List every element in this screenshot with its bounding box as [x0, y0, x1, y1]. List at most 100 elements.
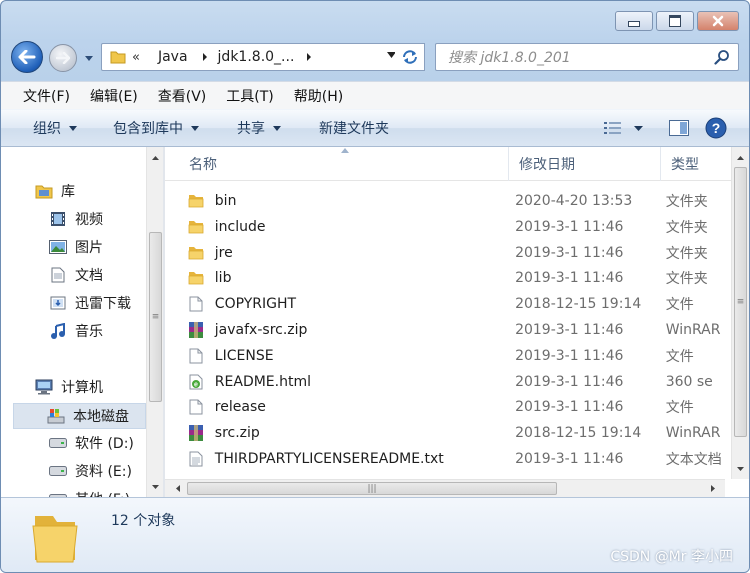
column-header-modified[interactable]: 修改日期 — [508, 147, 661, 181]
nav-item-drive-e[interactable]: 资料 (E:) — [49, 461, 132, 481]
nav-item-computer[interactable]: 计算机 — [35, 377, 103, 397]
item-count: 12 个对象 — [111, 513, 176, 529]
back-button[interactable] — [11, 41, 43, 73]
breadcrumb-java[interactable]: Java — [158, 49, 188, 65]
file-row[interactable]: include 2019-3-1 11:46 文件夹 — [185, 215, 745, 239]
chevron-right-icon[interactable] — [202, 53, 208, 61]
address-overflow[interactable]: « — [132, 50, 140, 65]
nav-item-videos[interactable]: 视频 — [49, 209, 103, 229]
folder-icon — [185, 271, 207, 285]
file-row[interactable]: jre 2019-3-1 11:46 文件夹 — [185, 241, 745, 265]
nav-label: 软件 (D:) — [75, 436, 134, 452]
file-name: release — [214, 399, 266, 416]
nav-label: 其他 (F:) — [75, 489, 130, 497]
scroll-thumb[interactable]: ||| — [187, 482, 557, 495]
file-row[interactable]: src.zip 2018-12-15 19:14 WinRAR — [185, 421, 745, 445]
menu-help[interactable]: 帮助(H) — [294, 86, 343, 106]
menu-tools[interactable]: 工具(T) — [226, 86, 273, 106]
include-in-library-button[interactable]: 包含到库中 — [113, 118, 199, 138]
close-button[interactable] — [697, 11, 739, 31]
chevron-down-icon — [69, 125, 77, 131]
minimize-button[interactable] — [615, 11, 653, 31]
document-icon — [49, 267, 67, 283]
organize-button[interactable]: 组织 — [33, 118, 77, 138]
watermark: CSDN @Mr 李小四 — [610, 549, 733, 565]
menu-bar: 文件(F) 编辑(E) 查看(V) 工具(T) 帮助(H) — [1, 81, 749, 109]
archive-icon — [185, 321, 207, 339]
file-name: LICENSE — [214, 347, 274, 364]
nav-label: 文档 — [75, 268, 103, 284]
forward-button[interactable] — [49, 44, 77, 72]
file-icon — [185, 348, 207, 364]
file-modified-date: 2018-12-15 19:14 — [515, 425, 642, 442]
search-box[interactable]: 搜索 jdk1.8.0_201 — [435, 43, 739, 71]
nav-item-xunlei[interactable]: 迅雷下载 — [49, 293, 131, 313]
nav-item-local-disk[interactable]: 本地磁盘 — [13, 403, 146, 429]
library-icon — [35, 183, 53, 199]
refresh-button[interactable] — [395, 43, 425, 71]
scroll-down-button[interactable] — [147, 478, 163, 495]
file-row[interactable]: lib 2019-3-1 11:46 文件夹 — [185, 266, 745, 290]
file-modified-date: 2019-3-1 11:46 — [515, 451, 624, 467]
nav-item-pictures[interactable]: 图片 — [49, 237, 103, 257]
nav-item-drive-f[interactable]: 其他 (F:) — [49, 489, 130, 497]
share-label: 共享 — [237, 121, 265, 137]
menu-edit[interactable]: 编辑(E) — [90, 86, 138, 106]
file-row[interactable]: THIRDPARTYLICENSEREADME.txt 2019-3-1 11:4… — [185, 447, 745, 471]
chevron-right-icon[interactable] — [306, 53, 312, 61]
change-view-button[interactable] — [604, 121, 643, 135]
scroll-down-button[interactable] — [732, 460, 748, 477]
file-modified-date: 2019-3-1 11:46 — [515, 347, 624, 364]
scroll-up-button[interactable] — [732, 149, 748, 166]
nav-item-documents[interactable]: 文档 — [49, 265, 103, 285]
share-button[interactable]: 共享 — [237, 118, 281, 138]
details-pane: 12 个对象 CSDN @Mr 李小四 — [1, 497, 749, 572]
nav-item-music[interactable]: 音乐 — [49, 321, 103, 341]
scroll-left-button[interactable] — [169, 480, 186, 497]
organize-label: 组织 — [33, 121, 61, 137]
recent-pages-dropdown-icon[interactable] — [84, 53, 94, 63]
new-folder-button[interactable]: 新建文件夹 — [319, 118, 389, 138]
chevron-down-icon — [634, 125, 643, 131]
html-icon: e — [185, 374, 207, 390]
menu-view[interactable]: 查看(V) — [158, 86, 207, 106]
nav-item-library[interactable]: 库 — [35, 181, 75, 201]
address-bar[interactable]: « Java jdk1.8.0_... — [101, 43, 401, 71]
file-modified-date: 2020-4-20 13:53 — [515, 193, 633, 209]
download-folder-icon — [49, 295, 67, 311]
file-name: README.html — [214, 373, 311, 390]
search-input[interactable]: 搜索 jdk1.8.0_201 — [448, 47, 714, 67]
folder-icon — [185, 194, 207, 208]
folder-icon — [32, 516, 78, 563]
include-in-library-label: 包含到库中 — [113, 121, 183, 137]
file-row[interactable]: e README.html 2019-3-1 11:46 360 se — [185, 370, 745, 394]
maximize-button[interactable] — [656, 11, 694, 31]
file-row[interactable]: javafx-src.zip 2019-3-1 11:46 WinRAR — [185, 318, 745, 342]
breadcrumb-jdk[interactable]: jdk1.8.0_... — [218, 49, 295, 65]
menu-file[interactable]: 文件(F) — [23, 86, 70, 106]
nav-label: 音乐 — [75, 324, 103, 340]
scroll-thumb[interactable]: ≡ — [734, 167, 747, 437]
file-modified-date: 2019-3-1 11:46 — [515, 373, 624, 390]
scroll-thumb[interactable]: ≡ — [149, 232, 162, 402]
nav-pane-scrollbar[interactable]: ≡ — [146, 147, 163, 497]
file-list-vertical-scrollbar[interactable]: ≡ — [731, 147, 749, 479]
file-list-horizontal-scrollbar[interactable]: ||| — [165, 479, 725, 497]
preview-pane-icon[interactable] — [669, 120, 689, 136]
file-row[interactable]: LICENSE 2019-3-1 11:46 文件 — [185, 344, 745, 368]
nav-label: 迅雷下载 — [75, 296, 131, 312]
column-header-name[interactable]: 名称 — [189, 147, 519, 181]
column-header-type[interactable]: 类型 — [660, 147, 740, 181]
scroll-right-button[interactable] — [704, 480, 721, 497]
drive-icon — [49, 463, 67, 479]
window-caption-buttons — [615, 11, 739, 31]
search-icon[interactable] — [714, 49, 730, 65]
column-header-label: 名称 — [189, 157, 217, 173]
nav-item-drive-d[interactable]: 软件 (D:) — [49, 433, 134, 453]
file-row[interactable]: release 2019-3-1 11:46 文件 — [185, 395, 745, 419]
scroll-up-button[interactable] — [147, 149, 163, 166]
help-icon[interactable]: ? — [705, 117, 727, 139]
file-name: jre — [214, 244, 233, 261]
file-row[interactable]: COPYRIGHT 2018-12-15 19:14 文件 — [185, 292, 745, 316]
file-row[interactable]: bin 2020-4-20 13:53 文件夹 — [185, 189, 745, 213]
